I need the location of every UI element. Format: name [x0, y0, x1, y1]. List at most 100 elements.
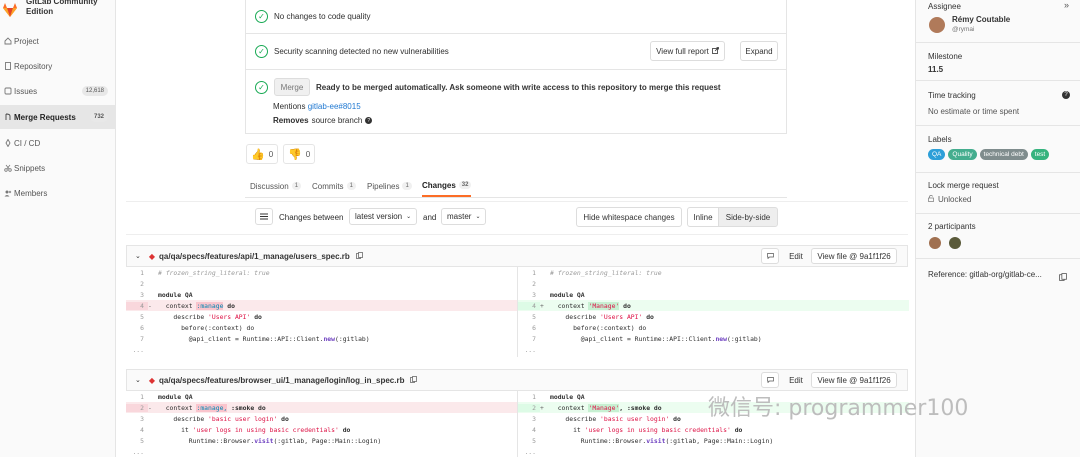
thumbs-up-button[interactable]: 👍 0: [246, 144, 279, 164]
labels-label: Labels: [928, 135, 952, 144]
diff-expand[interactable]: ...: [518, 344, 909, 355]
diff-file-header: ⌄ ◆ qa/qa/specs/features/browser_ui/1_ma…: [126, 369, 908, 391]
tab-commits[interactable]: Commits 1: [312, 175, 356, 197]
diff-line-removed: 2- context :manage, :smoke do: [126, 402, 517, 413]
merge-button[interactable]: Merge: [274, 78, 310, 96]
thumbs-down-button[interactable]: 👎 0: [283, 144, 316, 164]
sidebar-item-label: Repository: [14, 61, 53, 71]
diff-old-pane: 1 # frozen_string_literal: true 2 3 module…: [126, 267, 517, 357]
divider: [916, 80, 1080, 81]
copy-icon[interactable]: [410, 375, 418, 385]
diff-line: 3 module QA: [126, 289, 517, 300]
sidebar-item-label: Snippets: [14, 163, 46, 173]
collapse-sidebar-icon[interactable]: »: [1064, 0, 1069, 10]
inline-view-button[interactable]: Inline: [687, 207, 719, 227]
diff-line: 5 Runtime::Browser. visit (:gitlab, Page::…: [532, 436, 774, 445]
diff-line: 6 before(:context) do: [140, 323, 255, 332]
edit-button[interactable]: Edit: [783, 372, 809, 388]
check-icon: ✓: [255, 10, 268, 23]
external-link-icon: [711, 46, 719, 56]
issues-count-badge: 12,618: [81, 86, 108, 96]
left-sidebar: GitLab Community Edition Project Reposit…: [0, 0, 116, 457]
thumbs-down-icon: 👎: [288, 148, 302, 161]
copy-icon[interactable]: [1059, 268, 1067, 286]
mentions-link[interactable]: gitlab-ee#8015: [308, 102, 361, 111]
file-path: qa/qa/specs/features/browser_ui/1_manage…: [159, 375, 405, 385]
milestone-value[interactable]: 11.5: [928, 65, 943, 74]
sidebar-item-repository[interactable]: Repository: [0, 54, 116, 78]
sidebar-item-project[interactable]: Project: [0, 29, 116, 53]
diff-line: 5 describe 'Users API' do: [140, 312, 262, 321]
avatar[interactable]: [929, 17, 945, 33]
diff-new-pane: 1 # frozen_string_literal: true 2 3 module…: [517, 267, 909, 357]
hide-whitespace-button[interactable]: Hide whitespace changes: [576, 207, 682, 227]
assignee-name[interactable]: Rémy Coutable: [952, 15, 1010, 24]
sidebar-item-label: Merge Requests: [14, 112, 76, 122]
milestone-label: Milestone: [928, 52, 963, 61]
diff-expand[interactable]: ...: [126, 344, 517, 355]
diff-line: 5 describe 'Users API' do: [532, 312, 654, 321]
chevron-down-icon[interactable]: ⌄: [135, 252, 141, 260]
help-icon[interactable]: ?: [365, 117, 373, 124]
edit-button[interactable]: Edit: [783, 248, 809, 264]
lock-status[interactable]: Unlocked: [928, 195, 971, 204]
tab-pipelines[interactable]: Pipelines 1: [367, 175, 412, 197]
divider: [916, 42, 1080, 43]
avatar[interactable]: [949, 237, 961, 249]
code: # frozen_string_literal: true: [158, 268, 270, 277]
tab-label: Pipelines: [367, 181, 400, 191]
assignee-handle: @rymai: [952, 26, 975, 33]
scissors-icon: [2, 164, 14, 172]
view-file-button[interactable]: View file @ 9a1f1f26: [811, 372, 897, 388]
diff-line: 2: [126, 278, 517, 289]
divider: [916, 258, 1080, 259]
target-select[interactable]: master ⌄: [441, 208, 487, 225]
sidebar-item-ci-cd[interactable]: CI / CD: [0, 131, 116, 155]
file-tree-toggle-icon[interactable]: [255, 208, 273, 225]
diff-toolbar: [126, 201, 908, 235]
version-select[interactable]: latest version ⌄: [349, 208, 418, 225]
comment-icon[interactable]: [761, 372, 779, 388]
label-pill[interactable]: Quality: [948, 149, 977, 160]
label-pill[interactable]: technical debt: [979, 149, 1028, 160]
removes-label: Removes: [273, 116, 309, 125]
gitlab-logo-icon: [3, 3, 17, 17]
copy-icon[interactable]: [355, 251, 363, 261]
diff-line: 4 it 'user logs in using basic credentia…: [140, 425, 351, 434]
tab-discussion[interactable]: Discussion 1: [250, 175, 302, 197]
brand[interactable]: GitLab Community Edition: [0, 0, 116, 26]
side-by-side-button[interactable]: Side-by-side: [718, 207, 778, 227]
diff-expand[interactable]: ...: [518, 446, 909, 457]
view-report-label: View full report: [656, 46, 709, 56]
chevron-down-icon[interactable]: ⌄: [135, 376, 141, 384]
tab-count: 1: [346, 182, 356, 190]
diff-line: 1 # frozen_string_literal: true: [126, 267, 517, 278]
sidebar-item-label: Issues: [14, 86, 38, 96]
ruby-icon: ◆: [148, 375, 156, 385]
expand-button[interactable]: Expand: [740, 41, 778, 61]
sidebar-item-snippets[interactable]: Snippets: [0, 156, 116, 180]
check-icon: ✓: [255, 45, 268, 58]
label-pill[interactable]: test: [1030, 149, 1050, 160]
diff-line: 1 # frozen_string_literal: true: [532, 268, 662, 277]
view-file-button[interactable]: View file @ 9a1f1f26: [811, 248, 897, 264]
watermark: 微信号: programmer100: [708, 396, 969, 421]
merge-row: ✓ Merge Ready to be merged automatically…: [245, 70, 787, 134]
view-full-report-button[interactable]: View full report: [650, 41, 725, 61]
lock-label: Lock merge request: [928, 181, 999, 190]
comment-icon[interactable]: [761, 248, 779, 264]
help-icon[interactable]: ?: [1062, 91, 1070, 99]
tab-count: 1: [291, 182, 302, 190]
reference-text: Reference: gitlab-org/gitlab-ce...: [928, 270, 1042, 279]
diff-expand[interactable]: ...: [126, 446, 517, 457]
line-number: 2: [140, 279, 144, 288]
sidebar-item-merge-requests[interactable]: Merge Requests 732: [0, 105, 116, 129]
sidebar-item-members[interactable]: Members: [0, 181, 116, 205]
unlock-icon: [928, 195, 934, 204]
avatar[interactable]: [929, 237, 941, 249]
thumbs-down-count: 0: [305, 149, 311, 159]
sidebar-item-issues[interactable]: Issues 12,618: [0, 79, 116, 103]
label-pill[interactable]: QA: [928, 149, 946, 160]
tab-changes[interactable]: Changes 32: [422, 175, 472, 197]
home-icon: [2, 37, 14, 45]
